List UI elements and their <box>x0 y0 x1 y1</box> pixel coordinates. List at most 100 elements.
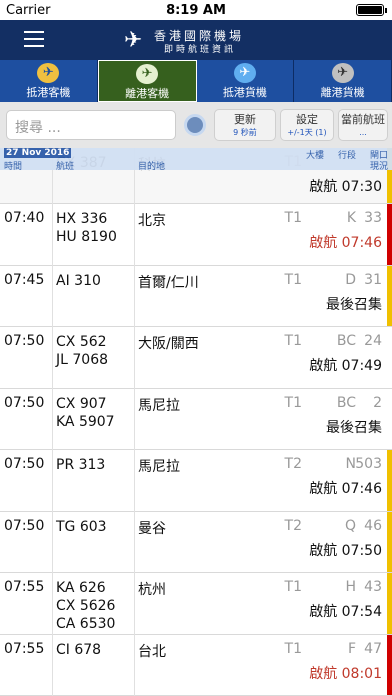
tab-label: 抵港客機 <box>26 86 71 99</box>
col-flight: 航班 <box>56 162 75 172</box>
flight-destination: 台北 <box>138 643 166 660</box>
flight-row[interactable]: 07:55 KA 626 CX 5626 CA 6530 杭州 T1 H 43 啟航 07:… <box>0 573 392 635</box>
flight-time: 07:45 <box>4 271 45 288</box>
departure-icon: ✈ <box>136 64 159 84</box>
flight-time: 07:50 <box>4 394 45 411</box>
flight-row[interactable]: 07:40 HX 336 HU 8190 北京 T1 K 33 啟航 07:46 <box>0 204 392 266</box>
refresh-label: 更新 <box>234 113 256 126</box>
cargo-arrival-icon: ✈ <box>233 63 256 83</box>
flight-gate: 2 <box>373 394 382 411</box>
flight-time: 07:50 <box>4 333 45 349</box>
flight-destination: 杭州 <box>138 582 166 598</box>
status-indicator-bar <box>387 265 392 326</box>
flight-destination: 大阪/關西 <box>138 336 199 352</box>
flight-destination: 馬尼拉 <box>138 459 180 475</box>
flight-time: 07:50 <box>4 517 45 534</box>
flight-terminal: T1 <box>284 210 302 226</box>
current-flights-button[interactable]: 當前航班... <box>338 109 388 141</box>
flight-aisle: Q <box>344 517 356 534</box>
flight-status: 啟航 07:54 <box>309 604 382 620</box>
flight-row[interactable]: 07:50 CX 907 KA 5907 馬尼拉 T1 BC 2 最後召集 <box>0 388 392 450</box>
flight-row[interactable]: 07:50 TG 603 曼谷 T2 Q 46 啟航 07:50 <box>0 511 392 573</box>
clock: 8:19 AM <box>166 3 226 18</box>
flight-terminal: T1 <box>284 333 302 349</box>
flight-aisle: BC <box>336 394 356 411</box>
flight-status: 啟航 07:49 <box>309 358 382 374</box>
tab-arrivals-passenger[interactable]: ✈ 抵港客機 <box>0 60 98 102</box>
flight-gate: 43 <box>364 579 382 595</box>
flight-status: 最後召集 <box>326 419 382 436</box>
tab-label: 抵港貨機 <box>222 86 267 99</box>
flight-numbers: AI 310 <box>56 272 101 289</box>
flight-status: 啟航 08:01 <box>309 665 382 682</box>
flight-aisle: F <box>347 640 356 657</box>
flight-destination: 曼谷 <box>138 520 166 537</box>
refresh-button[interactable]: 更新 9 秒前 <box>214 109 276 141</box>
cargo-departure-icon: ✈ <box>331 63 354 83</box>
status-indicator-bar <box>387 511 392 572</box>
flight-numbers: CX 562 JL 7068 <box>56 334 109 368</box>
tab-label: 離港客機 <box>125 87 170 100</box>
flight-time: 07:55 <box>4 579 45 595</box>
tab-arrivals-cargo[interactable]: ✈ 抵港貨機 <box>197 60 295 102</box>
status-indicator-bar <box>387 634 392 695</box>
app-subtitle: 即時航班資訊 <box>164 45 237 55</box>
tab-departures-cargo[interactable]: ✈ 離港貨機 <box>294 60 392 102</box>
status-indicator-bar <box>387 573 392 634</box>
column-divider <box>134 148 135 696</box>
flight-numbers: KA 626 CX 5626 CA 6530 <box>56 580 116 632</box>
battery-icon <box>356 4 387 16</box>
flight-terminal: T1 <box>284 271 302 288</box>
flight-numbers: TG 603 <box>56 518 107 535</box>
col-status: 現況 <box>370 162 389 172</box>
flight-aisle: D <box>345 271 356 288</box>
flight-numbers: HX 336 HU 8190 <box>56 211 117 245</box>
flight-terminal: T1 <box>284 579 302 595</box>
col-time: 時間 <box>4 162 23 172</box>
flight-status: 最後召集 <box>326 296 382 313</box>
settings-button[interactable]: 設定 +/-1天 (1) <box>280 109 334 141</box>
flight-row[interactable]: 07:50 PR 313 馬尼拉 T2 N 503 啟航 07:46 <box>0 450 392 512</box>
flight-gate: 24 <box>364 333 382 349</box>
status-bar: Carrier 8:19 AM <box>0 0 392 20</box>
flight-row[interactable]: 07:50 CX 562 JL 7068 大阪/關西 T1 BC 24 啟航 07:49 <box>0 327 392 389</box>
search-input[interactable]: 搜尋 ... <box>6 110 176 140</box>
flight-destination: 北京 <box>138 213 166 229</box>
flight-gate: 31 <box>364 271 382 288</box>
flight-time: 07:50 <box>4 456 45 472</box>
flight-time: 07:55 <box>4 640 45 657</box>
flight-numbers: CX 907 KA 5907 <box>56 395 115 430</box>
col-terminal: 大樓 <box>306 151 325 161</box>
flight-destination: 首爾/仁川 <box>138 274 199 291</box>
toolbar: 搜尋 ... 更新 9 秒前 設定 +/-1天 (1) 當前航班... <box>0 102 392 148</box>
flight-numbers: CI 678 <box>56 641 102 658</box>
loading-spinner-icon <box>184 114 206 136</box>
flight-row[interactable]: 07:45 AI 310 首爾/仁川 T1 D 31 最後召集 <box>0 265 392 327</box>
settings-sublabel: +/-1天 (1) <box>287 128 327 137</box>
current-label: 當前航班 <box>341 113 385 126</box>
flight-aisle: BC <box>336 333 356 349</box>
flight-terminal: T2 <box>284 517 302 534</box>
flight-gate: 33 <box>364 210 382 226</box>
settings-label: 設定 <box>296 113 318 126</box>
flight-destination: 馬尼拉 <box>138 397 180 414</box>
hamburger-menu-icon[interactable] <box>24 31 44 47</box>
col-aisle: 行段 <box>338 151 357 161</box>
column-divider <box>52 148 53 696</box>
tab-departures-passenger[interactable]: ✈ 離港客機 <box>97 60 197 102</box>
flight-gate: 503 <box>355 456 382 472</box>
tab-label: 離港貨機 <box>320 86 365 99</box>
flight-row[interactable]: 07:55 CI 678 台北 T1 F 47 啟航 08:01 <box>0 634 392 696</box>
flight-terminal: T1 <box>284 640 302 657</box>
flight-aisle: H <box>345 579 356 595</box>
flight-terminal: T1 <box>284 394 302 411</box>
column-header: 27 Nov 2016 時間 航班 目的地 大樓 行段 閘口 現況 <box>0 148 392 172</box>
flight-status: 啟航 07:30 <box>309 179 382 195</box>
flight-gate: 46 <box>364 517 382 534</box>
status-indicator-bar <box>387 450 392 511</box>
flight-status: 啟航 07:50 <box>309 542 382 559</box>
flight-list: CX 387科拉T1啟航 07:3007:40HX 336 HU 8190北京T… <box>0 148 392 696</box>
col-dest: 目的地 <box>138 162 166 172</box>
arrival-icon: ✈ <box>37 63 60 83</box>
app-header: ✈ 香港國際機場 即時航班資訊 <box>0 20 392 60</box>
